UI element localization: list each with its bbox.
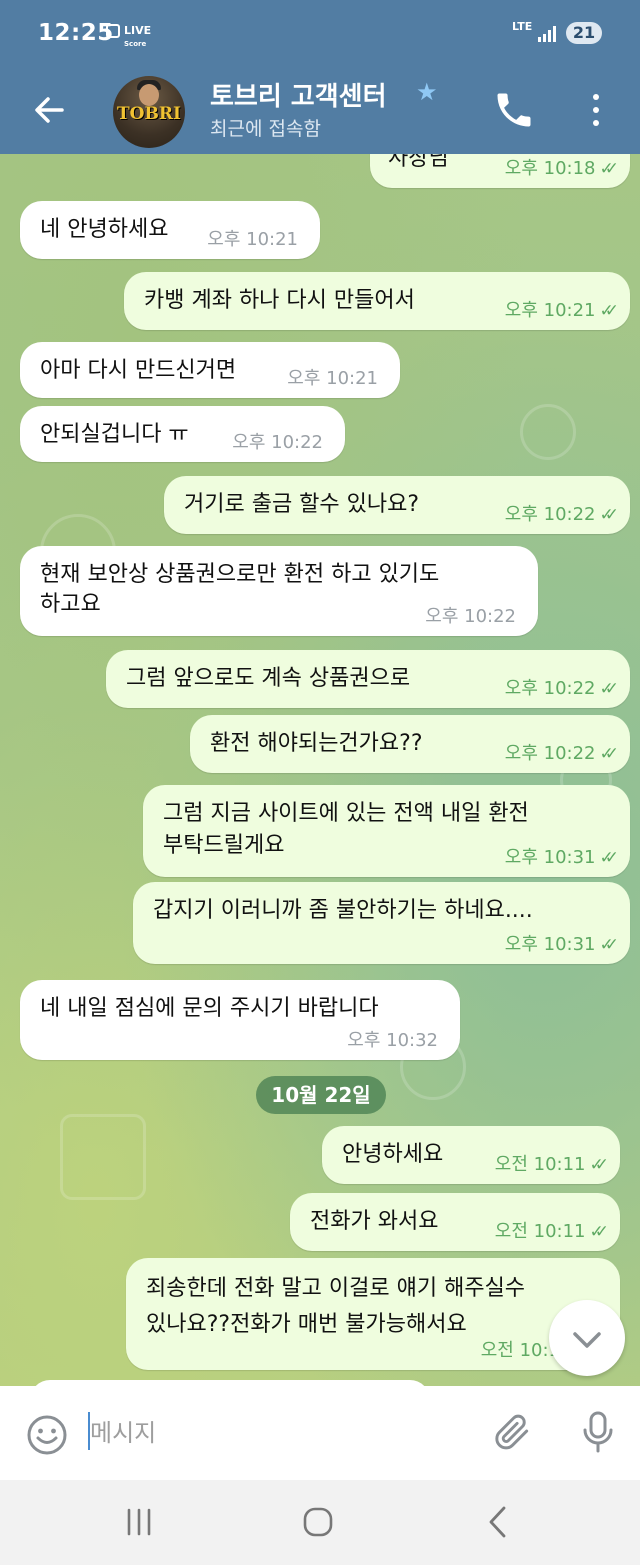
message-bubble-outgoing[interactable]: 그럼 지금 사이트에 있는 전액 내일 환전 부탁드릴게요 오후 10:31 ✓✓: [143, 785, 630, 877]
message-bubble-outgoing[interactable]: 그럼 앞으로도 계속 상품권으로 오후 10:22 ✓✓: [106, 650, 630, 708]
chat-header: TOBRI 토브리 고객센터 ★ 최근에 접속함: [0, 68, 640, 154]
message-bubble-incoming[interactable]: 네 안녕하세요 오후 10:21: [20, 201, 320, 259]
avatar[interactable]: TOBRI: [113, 76, 185, 148]
double-check-icon: ✓✓: [589, 1222, 609, 1242]
message-bubble-outgoing[interactable]: 거기로 출금 할수 있나요? 오후 10:22 ✓✓: [164, 476, 630, 534]
system-back-button[interactable]: [484, 1504, 512, 1540]
message-bubble-incoming[interactable]: 현재 보안상 상품권으로만 환전 하고 있기도 하고요 오후 10:22: [20, 546, 538, 636]
paperclip-icon: [495, 1414, 529, 1450]
message-composer: [0, 1386, 640, 1480]
double-check-icon: ✓✓: [599, 744, 619, 764]
microphone-icon: [583, 1411, 613, 1453]
status-bar: 12:25 LIVE Score LTE 21: [0, 0, 640, 68]
chevron-down-icon: [573, 1332, 601, 1348]
contact-status: 최근에 접속함: [210, 118, 321, 140]
recents-icon: [127, 1508, 151, 1536]
emoji-button[interactable]: [25, 1413, 69, 1457]
back-button[interactable]: [28, 88, 72, 132]
message-list[interactable]: 사장님 오후 10:18 ✓✓ 네 안녕하세요 오후 10:21 카뱅 계좌 하나…: [0, 154, 640, 1386]
phone-icon: [497, 93, 531, 127]
message-bubble-outgoing[interactable]: 환전 해야되는건가요?? 오후 10:22 ✓✓: [190, 715, 630, 773]
status-time: 12:25: [38, 20, 114, 46]
scroll-down-button[interactable]: [549, 1300, 625, 1376]
message-bubble-outgoing[interactable]: 안녕하세요 오전 10:11 ✓✓: [322, 1126, 620, 1184]
smiley-icon: [27, 1415, 67, 1455]
attach-button[interactable]: [490, 1410, 534, 1454]
call-button[interactable]: [492, 88, 536, 132]
message-input[interactable]: [88, 1410, 472, 1456]
double-check-icon: ✓✓: [599, 301, 619, 321]
system-navigation-bar: [0, 1480, 640, 1565]
live-score-icon: LIVE Score: [106, 24, 151, 49]
recent-apps-button[interactable]: [122, 1506, 156, 1538]
network-type: LTE: [512, 20, 533, 33]
message-bubble-incoming[interactable]: 안되실겁니다 ㅠ 오후 10:22: [20, 406, 345, 462]
double-check-icon: ✓✓: [599, 679, 619, 699]
message-bubble-outgoing[interactable]: 카뱅 계좌 하나 다시 만들어서 오후 10:21 ✓✓: [124, 272, 630, 330]
date-separator: 10월 22일: [256, 1076, 386, 1114]
home-button[interactable]: [301, 1505, 335, 1539]
voice-message-button[interactable]: [576, 1408, 620, 1456]
double-check-icon: ✓✓: [589, 1155, 609, 1175]
message-bubble-outgoing[interactable]: 갑지기 이러니까 좀 불안하기는 하네요.... 오후 10:31 ✓✓: [133, 882, 630, 964]
message-bubble-incoming[interactable]: 아마 다시 만드신거면 오후 10:21: [20, 342, 400, 398]
screen-record-icon: [106, 24, 120, 38]
contact-name[interactable]: 토브리 고객센터: [210, 76, 387, 113]
signal-icon: [538, 26, 558, 42]
message-bubble-outgoing[interactable]: 사장님 오후 10:18 ✓✓: [370, 154, 630, 188]
avatar-logo-text: TOBRI: [117, 104, 181, 124]
double-check-icon: ✓✓: [599, 935, 619, 955]
message-bubble-incoming[interactable]: 네 내일 점심에 문의 주시기 바랍니다 오후 10:32: [20, 980, 460, 1060]
battery-indicator: 21: [566, 22, 602, 44]
double-check-icon: ✓✓: [599, 848, 619, 868]
chevron-left-icon: [489, 1506, 506, 1538]
message-bubble-outgoing[interactable]: 전화가 와서요 오전 10:11 ✓✓: [290, 1193, 620, 1251]
double-check-icon: ✓✓: [599, 159, 619, 179]
arrow-left-icon: [35, 97, 64, 123]
star-icon: ★: [416, 78, 438, 106]
double-check-icon: ✓✓: [599, 505, 619, 525]
more-menu-button[interactable]: [584, 88, 608, 132]
home-icon: [303, 1507, 333, 1537]
message-bubble-outgoing[interactable]: 죄송한데 전화 말고 이걸로 얘기 해주실수 있나요??전화가 매번 불가능해서…: [126, 1258, 620, 1370]
